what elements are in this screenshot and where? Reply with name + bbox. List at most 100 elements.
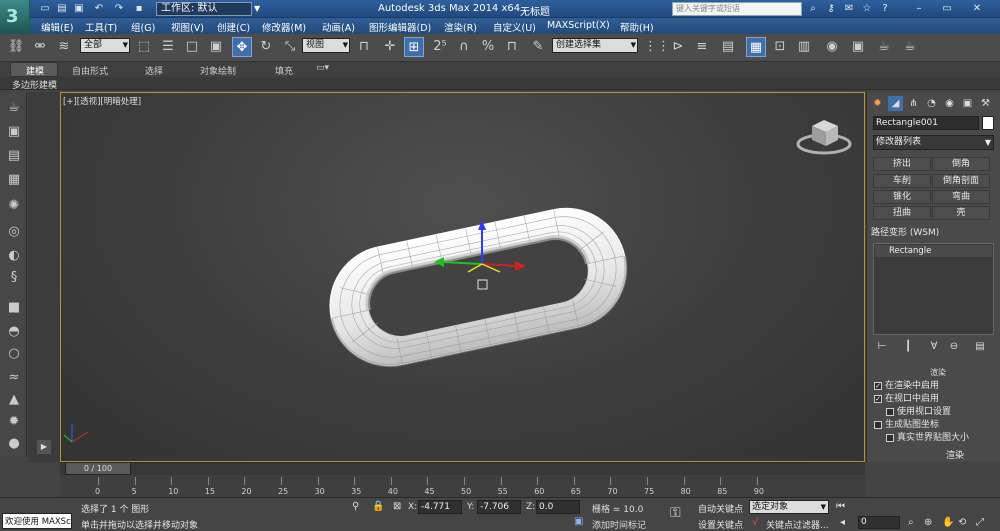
box-icon[interactable]: ■ <box>4 298 24 318</box>
object-name-field[interactable]: Rectangle001 <box>873 116 979 130</box>
auto-key-button[interactable]: 自动关键点 <box>698 502 743 515</box>
teapot-icon[interactable]: ☕ <box>4 98 24 118</box>
schematic-view-icon[interactable]: ⊡ <box>770 37 790 57</box>
hold-icon[interactable]: ▪ <box>132 2 146 15</box>
tab-modeling[interactable]: 建模 <box>26 64 44 77</box>
grid-icon[interactable]: ▦ <box>4 170 24 190</box>
key-icon[interactable]: ⚿ <box>670 505 681 521</box>
stack-item[interactable]: Rectangle <box>875 245 992 257</box>
modifier-button-bevel-profile[interactable]: 倒角剖面 <box>932 174 990 188</box>
minimize-icon[interactable]: – <box>912 2 926 16</box>
goto-start-icon[interactable]: ⏮ <box>836 501 845 512</box>
object-color-swatch[interactable] <box>982 116 994 130</box>
modifier-list-dropdown[interactable]: 修改器列表 ▼ <box>873 135 994 150</box>
modifier-button-bend[interactable]: 弯曲 <box>932 190 990 204</box>
option-enable-in-renderer[interactable]: ✓ 在渲染中启用 <box>874 378 939 391</box>
light-bulb-icon[interactable]: ✺ <box>4 196 24 216</box>
rollout-title[interactable]: 渲染 <box>930 367 946 378</box>
chevron-down-icon[interactable]: ▼ <box>254 2 264 16</box>
render-iterative-icon[interactable]: ☕ <box>900 37 920 57</box>
menu-customize[interactable]: 自定义(U) <box>493 20 536 34</box>
filter-icon[interactable]: √ <box>752 517 758 528</box>
menu-group[interactable]: 组(G) <box>131 20 155 34</box>
align-icon[interactable]: ⊳ <box>668 37 688 57</box>
workspace-dropdown[interactable]: 工作区: 默认 <box>156 2 252 16</box>
y-coordinate-field[interactable]: -7.706 <box>477 500 521 514</box>
menu-help[interactable]: 帮助(H) <box>620 20 654 34</box>
sphere-icon[interactable]: ● <box>4 434 24 454</box>
modifier-button-bevel[interactable]: 倒角 <box>932 157 990 171</box>
option-use-viewport-settings[interactable]: 使用视口设置 <box>886 404 951 417</box>
prev-frame-icon[interactable]: ◂ <box>840 517 845 528</box>
x-coordinate-field[interactable]: -4.771 <box>418 500 462 514</box>
create-panel-icon[interactable]: ✹ <box>870 96 885 111</box>
menu-views[interactable]: 视图(V) <box>171 20 204 34</box>
unlink-icon[interactable]: ⚮ <box>30 37 50 57</box>
menu-edit[interactable]: 编辑(E) <box>41 20 73 34</box>
zoom-icon[interactable]: ⌕ <box>908 517 914 528</box>
rendered-frame-icon[interactable]: ▣ <box>848 37 868 57</box>
menu-rendering[interactable]: 渲染(R) <box>444 20 477 34</box>
reference-coord-dropdown[interactable]: 视图 ▼ <box>302 38 350 53</box>
sun-icon[interactable]: ✹ <box>4 412 24 432</box>
save-file-icon[interactable]: ▣ <box>72 2 86 15</box>
modifier-button-taper[interactable]: 锥化 <box>873 190 931 204</box>
select-move-icon[interactable]: ✥ <box>232 37 252 57</box>
render-production-icon[interactable]: ☕ <box>874 37 894 57</box>
ribbon-options-icon[interactable]: ▭▾ <box>316 63 329 73</box>
checkbox-enable-in-viewport[interactable]: ✓ <box>874 394 882 403</box>
checkbox-use-viewport-settings[interactable] <box>886 407 894 416</box>
option-enable-in-viewport[interactable]: ✓ 在视口中启用 <box>874 391 939 404</box>
checkbox-generate-mapping[interactable] <box>874 420 882 429</box>
utilities-panel-icon[interactable]: ⚒ <box>978 96 993 111</box>
absolute-mode-icon[interactable]: ⊠ <box>393 501 401 512</box>
menu-maxscript[interactable]: MAXScript(X) <box>547 20 610 31</box>
tab-freeform[interactable]: 自由形式 <box>72 64 108 77</box>
window-crossing-icon[interactable]: ▣ <box>206 37 226 57</box>
maxscript-listener[interactable]: 欢迎使用 MAXSc <box>2 513 72 529</box>
keyboard-shortcut-icon[interactable]: ⊞ <box>404 37 424 57</box>
display-panel-icon[interactable]: ◉ <box>942 96 957 111</box>
tab-selection[interactable]: 选择 <box>145 64 163 77</box>
layer-manager-icon[interactable]: ≡ <box>692 37 712 57</box>
pin-stack-icon[interactable]: ⊢ <box>874 341 890 355</box>
snake-icon[interactable]: § <box>4 268 24 288</box>
graphite-icon[interactable]: ▤ <box>718 37 738 57</box>
modifier-button-lathe[interactable]: 车削 <box>873 174 931 188</box>
material-editor-icon[interactable]: ▥ <box>794 37 814 57</box>
menu-graph-editors[interactable]: 图形编辑器(D) <box>369 20 431 34</box>
modify-panel-icon[interactable]: ◢ <box>888 96 903 111</box>
redo-icon[interactable]: ↷ <box>112 2 126 15</box>
percent-snap-icon[interactable]: % <box>478 37 498 57</box>
time-slider-thumb[interactable]: 0 / 100 <box>65 462 131 475</box>
modifier-button-extrude[interactable]: 挤出 <box>873 157 931 171</box>
spinner-snap-icon[interactable]: ⊓ <box>502 37 522 57</box>
remove-modifier-icon[interactable]: ⊖ <box>946 341 962 355</box>
close-icon[interactable]: ✕ <box>970 2 984 16</box>
z-coordinate-field[interactable]: 0.0 <box>536 500 580 514</box>
named-selection-dropdown[interactable]: 创建选择集 ▼ <box>552 38 638 53</box>
pushpin-icon[interactable]: ⚲ <box>352 501 359 512</box>
orbit-icon[interactable]: ⟲ <box>958 517 966 528</box>
calculator-icon[interactable]: ▤ <box>4 146 24 166</box>
time-slider[interactable] <box>60 462 865 475</box>
favorites-icon[interactable]: ☆ <box>860 2 874 16</box>
modifier-button-shell[interactable]: 壳 <box>932 206 990 220</box>
select-rotate-icon[interactable]: ↻ <box>256 37 276 57</box>
motion-panel-icon[interactable]: ◔ <box>924 96 939 111</box>
checkbox-real-world-map-size[interactable] <box>886 433 894 442</box>
checkbox-enable-in-renderer[interactable]: ✓ <box>874 381 882 390</box>
curve-editor-icon[interactable]: ▦ <box>746 37 766 57</box>
hierarchy-panel-icon[interactable]: ⋔ <box>906 96 921 111</box>
app-logo[interactable]: 3 <box>0 0 30 36</box>
search-input[interactable]: 键入关键字或短语 <box>672 2 802 16</box>
communication-icon[interactable]: ✉ <box>842 2 856 16</box>
maximize-viewport-icon[interactable]: ⤢ <box>976 517 984 528</box>
tab-object-paint[interactable]: 对象绘制 <box>200 64 236 77</box>
rect-selection-icon[interactable]: □ <box>182 37 202 57</box>
pan-icon[interactable]: ✋ <box>942 517 954 528</box>
option-generate-mapping[interactable]: 生成贴图坐标 <box>874 417 939 430</box>
angle-snap-icon[interactable]: ∩ <box>454 37 474 57</box>
expand-arrow-icon[interactable]: ▶ <box>37 440 51 454</box>
select-object-icon[interactable]: ⬚ <box>134 37 154 57</box>
